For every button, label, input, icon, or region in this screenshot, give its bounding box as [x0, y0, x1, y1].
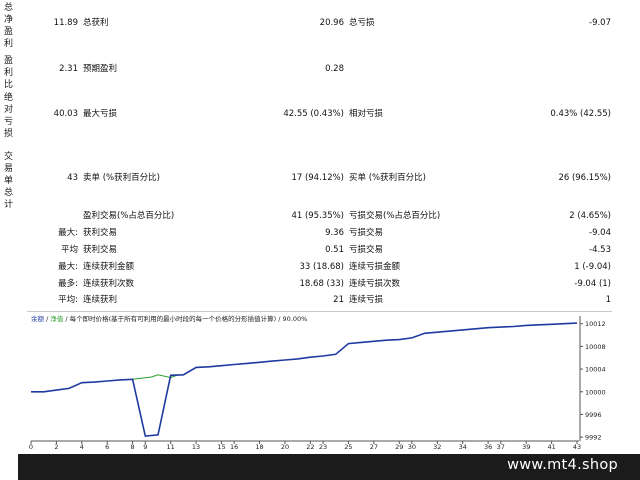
x-tick-label: 27 [370, 443, 378, 451]
x-tick-label: 9 [143, 443, 147, 451]
x-tick-label: 39 [522, 443, 530, 451]
balance-equity-chart: 0 2 4 6 8 9 11 13 15 16 18 20 22 23 25 27 29 30 32 34 36 37 39… [29, 316, 606, 451]
y-tick-label: 10004 [585, 366, 606, 374]
y-tick-label: 10008 [585, 343, 606, 351]
footer-bar: www.mt4.shop [18, 454, 640, 480]
x-tick-label: 34 [459, 443, 467, 451]
x-tick-label: 37 [497, 443, 505, 451]
x-tick-label: 6 [105, 443, 109, 451]
x-tick-label: 11 [167, 443, 175, 451]
x-tick-label: 30 [408, 443, 416, 451]
x-tick-label: 32 [433, 443, 441, 451]
footer-site-text: www.mt4.shop [507, 457, 618, 473]
x-tick-label: 43 [573, 443, 581, 451]
x-tick-label: 22 [306, 443, 314, 451]
y-tick-label: 9992 [585, 434, 602, 442]
x-tick-label: 29 [395, 443, 403, 451]
x-tick-label: 36 [484, 443, 492, 451]
y-tick-label: 9996 [585, 411, 602, 419]
x-tick-label: 41 [547, 443, 555, 451]
x-tick-label: 4 [80, 443, 84, 451]
x-tick-label: 20 [281, 443, 289, 451]
y-tick-label: 10012 [585, 320, 606, 328]
x-tick-label: 15 [217, 443, 225, 451]
x-tick-label: 18 [255, 443, 263, 451]
x-tick-label: 16 [230, 443, 238, 451]
x-tick-label: 23 [319, 443, 327, 451]
x-tick-label: 0 [29, 443, 33, 451]
x-tick-label: 8 [131, 443, 135, 451]
x-tick-label: 25 [344, 443, 352, 451]
x-tick-label: 13 [192, 443, 200, 451]
x-tick-label: 2 [54, 443, 58, 451]
y-tick-label: 10000 [585, 388, 606, 396]
balance-line [31, 322, 578, 437]
